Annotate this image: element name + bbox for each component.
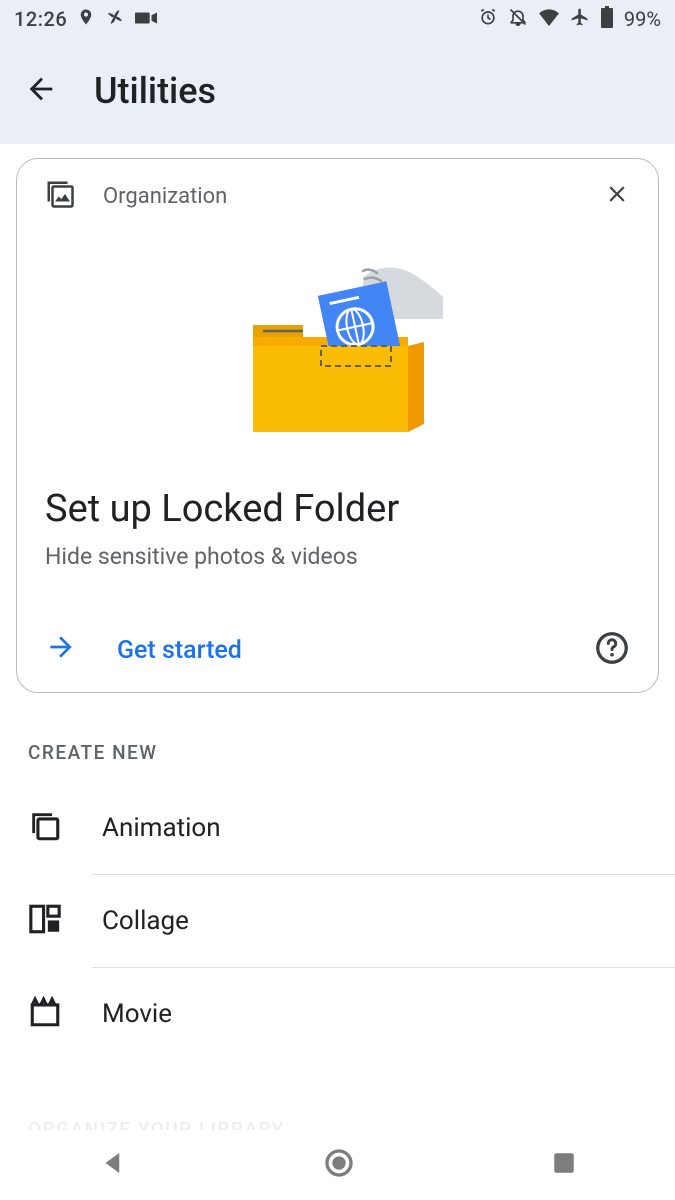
location-icon [77,7,95,31]
card-title: Set up Locked Folder [45,487,630,531]
cta-label: Get started [117,636,242,665]
movie-icon [28,995,62,1033]
app-bar: Utilities [0,38,675,144]
status-clock: 12:26 [14,7,67,31]
help-button[interactable] [594,630,630,670]
nav-home[interactable] [323,1147,355,1183]
pinwheel-icon [105,7,125,32]
airplane-icon [570,7,590,32]
create-collage[interactable]: Collage [0,875,675,967]
create-new-header: CREATE NEW [0,693,675,782]
list-item-label: Collage [102,906,189,936]
nav-back[interactable] [98,1148,128,1182]
camera-icon [135,7,157,31]
list-item-label: Movie [102,999,172,1029]
arrow-right-icon [45,631,77,670]
status-bar: 12:26 [0,0,675,38]
card-subtitle: Hide sensitive photos & videos [45,543,630,570]
back-button[interactable] [24,72,58,110]
create-movie[interactable]: Movie [0,968,675,1060]
battery-percent: 99% [624,7,661,31]
battery-icon [600,6,614,33]
locked-folder-card: Organization [16,158,659,693]
animation-icon [28,809,62,847]
page-title: Utilities [94,70,216,112]
system-navbar [0,1130,675,1200]
close-button[interactable] [604,181,630,211]
locked-folder-illustration [45,213,630,487]
wifi-icon [538,7,560,31]
list-item-label: Animation [102,813,221,843]
notifications-off-icon [508,7,528,32]
get-started-button[interactable]: Get started [45,631,242,670]
alarm-icon [478,7,498,32]
card-category: Organization [103,184,227,209]
create-animation[interactable]: Animation [0,782,675,874]
nav-recent[interactable] [551,1150,577,1180]
photos-stack-icon [45,179,75,213]
collage-icon [28,902,62,940]
